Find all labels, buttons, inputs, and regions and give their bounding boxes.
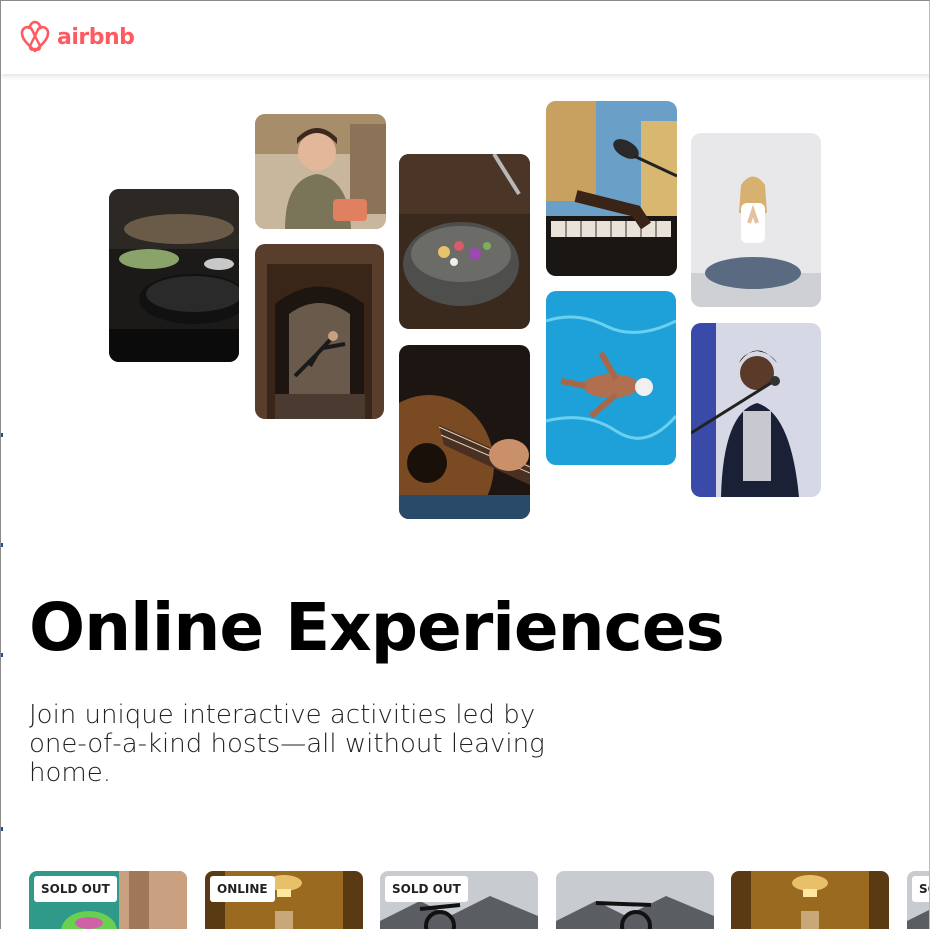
swimmer-photo bbox=[546, 291, 676, 465]
top-navbar: airbnb bbox=[1, 1, 929, 74]
card-badge: SOLD OUT bbox=[912, 876, 929, 902]
experience-card[interactable]: SOLD OUT bbox=[907, 871, 929, 929]
cooking-photo bbox=[109, 189, 239, 362]
experience-cards-row: SOLD OUT ONLINE SOLD OUT S bbox=[29, 871, 929, 929]
airbnb-belo-icon bbox=[20, 20, 50, 53]
food-bowl-photo bbox=[399, 154, 530, 329]
page-subtitle: Join unique interactive activities led b… bbox=[29, 700, 545, 788]
experience-card[interactable]: SOLD OUT bbox=[380, 871, 538, 929]
chef-photo bbox=[255, 114, 386, 229]
airbnb-logo-link[interactable]: airbnb bbox=[19, 20, 135, 54]
singer-photo bbox=[691, 323, 821, 497]
yoga-photo bbox=[691, 133, 821, 307]
card-badge: SOLD OUT bbox=[385, 876, 468, 902]
dancer-photo bbox=[255, 244, 384, 419]
experience-card[interactable] bbox=[731, 871, 889, 929]
logo-wordmark: airbnb bbox=[57, 24, 135, 50]
page-title: Online Experiences bbox=[29, 589, 725, 666]
keyboard-photo bbox=[546, 101, 677, 276]
experience-card[interactable]: ONLINE bbox=[205, 871, 363, 929]
card-badge: SOLD OUT bbox=[34, 876, 117, 902]
card-badge: ONLINE bbox=[210, 876, 275, 902]
experience-card[interactable] bbox=[556, 871, 714, 929]
experience-card[interactable]: SOLD OUT bbox=[29, 871, 187, 929]
guitar-photo bbox=[399, 345, 530, 519]
browser-viewport: airbnb Online Experiences Join unique in… bbox=[0, 0, 930, 929]
